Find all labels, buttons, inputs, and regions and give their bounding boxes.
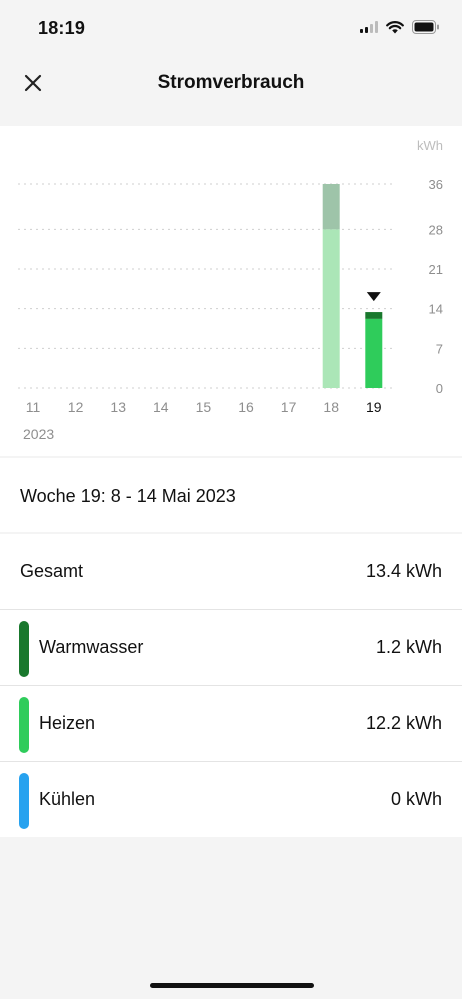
status-time: 18:19	[38, 18, 86, 38]
bar-heizen	[322, 229, 340, 388]
total-row: Gesamt 13.4 kWh	[0, 534, 462, 610]
list-item-label: Heizen	[39, 713, 96, 733]
x-tick-label: 17	[281, 399, 297, 415]
list-item-value: 1.2 kWh	[375, 637, 442, 657]
bar-warmwasser	[365, 312, 383, 319]
total-value: 13.4 kWh	[365, 561, 442, 581]
list-item-warmwasser: Warmwasser 1.2 kWh	[0, 610, 462, 686]
page-title: Stromverbrauch	[157, 72, 305, 93]
navigation-bar: Stromverbrauch	[0, 60, 462, 124]
x-tick-label: 13	[110, 399, 126, 415]
x-tick-label: 11	[26, 399, 41, 415]
bar-warmwasser	[322, 184, 340, 230]
selected-bar-marker-icon	[366, 292, 381, 302]
list-item-value: 12.2 kWh	[365, 713, 442, 733]
week-header: Woche 19: 8 - 14 Mai 2023	[0, 458, 462, 532]
y-tick-label: 21	[429, 262, 443, 277]
list-item-label: Kühlen	[39, 789, 96, 809]
total-label: Gesamt	[20, 561, 84, 581]
y-tick-label: 7	[436, 341, 443, 356]
list-item-kuehlen: Kühlen 0 kWh	[0, 762, 462, 837]
consumption-list: Gesamt 13.4 kWh Warmwasser 1.2 kWh Heize…	[0, 534, 462, 837]
wifi-icon	[386, 20, 404, 33]
week-label: Woche 19: 8 - 14 Mai 2023	[20, 486, 236, 506]
year-label: 2023	[23, 426, 54, 442]
kuehlen-color-indicator	[19, 773, 29, 829]
y-tick-label: 0	[436, 381, 443, 396]
battery-icon	[412, 20, 439, 34]
cellular-signal-icon	[360, 21, 378, 33]
status-bar: 18:19	[0, 0, 462, 60]
status-icons	[360, 20, 440, 34]
list-item-label: Warmwasser	[39, 637, 144, 657]
x-tick-label: 15	[196, 399, 212, 415]
x-tick-label: 19	[366, 399, 382, 415]
y-axis-unit-label: kWh	[417, 138, 443, 153]
x-tick-label: 12	[68, 399, 84, 415]
bar-heizen	[365, 318, 383, 388]
x-tick-label: 18	[323, 399, 339, 415]
chart-panel: kWh 0 7 14 21 28 36 11 12 13 14 15 16 17 18 19 2023	[0, 126, 462, 456]
x-tick-label: 16	[238, 399, 254, 415]
consumption-chart: kWh 0 7 14 21 28 36 11 12 13 14 15 16 17 18 19 2023	[18, 138, 443, 442]
heizen-color-indicator	[19, 697, 29, 753]
list-item-value: 0 kWh	[390, 789, 442, 809]
home-indicator	[150, 983, 314, 988]
warmwasser-color-indicator	[19, 621, 29, 677]
x-tick-label: 14	[153, 399, 169, 415]
y-tick-label: 28	[429, 222, 443, 237]
y-tick-label: 14	[429, 302, 443, 317]
y-tick-label: 36	[429, 177, 443, 192]
list-item-heizen: Heizen 12.2 kWh	[0, 686, 462, 762]
